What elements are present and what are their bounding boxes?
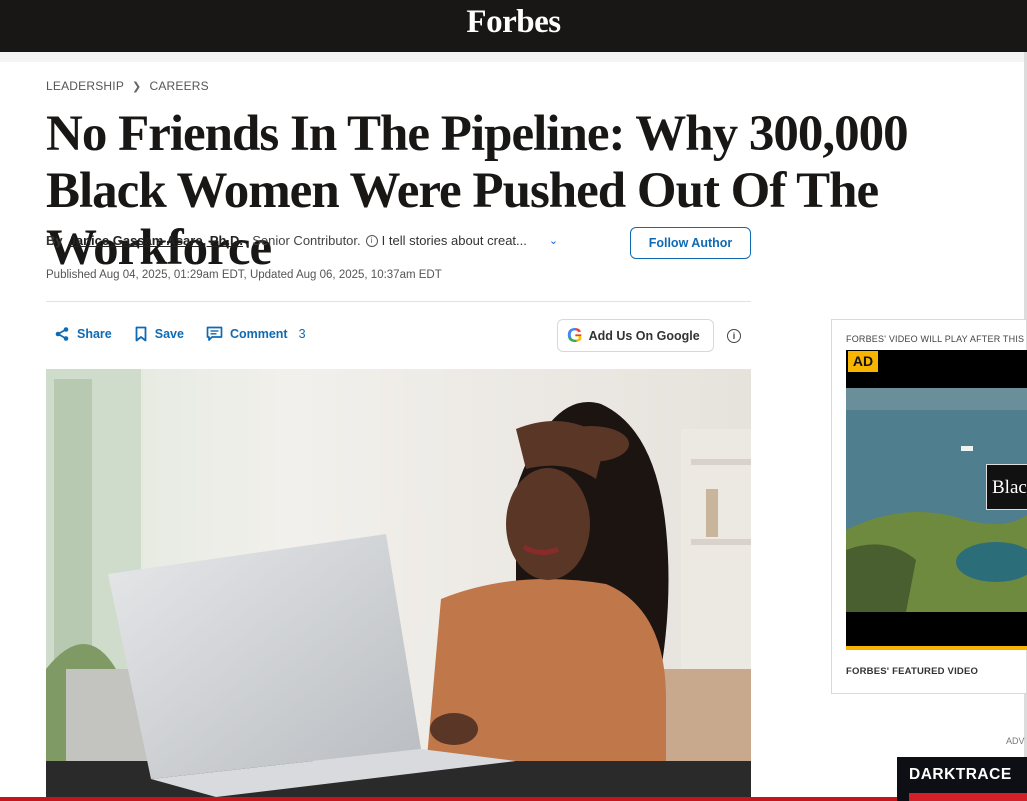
article-actions: Share Save Comment 3 xyxy=(54,326,328,342)
breadcrumb: LEADERSHIP ❯ CAREERS xyxy=(46,79,209,93)
article-headline: No Friends In The Pipeline: Why 300,000 … xyxy=(46,106,909,276)
save-label: Save xyxy=(154,327,184,341)
ad-brand: DARKTRACE xyxy=(909,766,1012,783)
author-bio: I tell stories about creat... xyxy=(381,233,527,248)
header-spacer xyxy=(0,52,1027,62)
chevron-right-icon: ❯ xyxy=(132,80,142,93)
comment-icon xyxy=(206,326,223,342)
breadcrumb-careers[interactable]: CAREERS xyxy=(149,79,208,93)
share-button[interactable]: Share xyxy=(54,326,112,342)
save-button[interactable]: Save xyxy=(134,326,184,342)
share-label: Share xyxy=(77,327,112,341)
share-icon xyxy=(54,326,70,342)
woman-at-laptop-photo xyxy=(46,369,751,801)
comment-button[interactable]: Comment 3 xyxy=(206,326,306,342)
bookmark-icon xyxy=(134,326,148,342)
publish-date: Published Aug 04, 2025, 01:29am EDT, Upd… xyxy=(46,269,442,281)
article-hero-image xyxy=(46,369,751,801)
video-title-card: Blac xyxy=(986,464,1027,510)
featured-video-caption: FORBES' FEATURED VIDEO xyxy=(846,666,979,677)
darktrace-ad[interactable]: DARKTRACE xyxy=(897,757,1027,801)
author-link[interactable]: Janice Gassam Asare, Ph.D. xyxy=(69,233,243,248)
forbes-logo[interactable]: Forbes xyxy=(0,4,1027,41)
google-icon: G xyxy=(567,324,583,347)
breadcrumb-leadership[interactable]: LEADERSHIP xyxy=(46,79,124,93)
video-note: FORBES' VIDEO WILL PLAY AFTER THIS xyxy=(846,334,1025,344)
divider xyxy=(46,301,751,302)
info-icon[interactable]: i xyxy=(727,329,741,343)
comment-label: Comment xyxy=(229,327,288,341)
comment-count: 3 xyxy=(298,327,306,341)
ad-red-strip xyxy=(909,793,1027,801)
chevron-down-icon[interactable]: ⌄ xyxy=(549,234,558,247)
byline: By Janice Gassam Asare, Ph.D. , Senior C… xyxy=(46,233,558,248)
video-progress-bar[interactable] xyxy=(846,646,1027,650)
info-icon: i xyxy=(365,234,378,247)
google-button-label: Add Us On Google xyxy=(588,328,700,343)
ad-badge: AD xyxy=(848,351,878,372)
follow-author-button[interactable]: Follow Author xyxy=(630,227,751,259)
author-role: , Senior Contributor. xyxy=(245,233,361,248)
advertisement-label: ADV xyxy=(1006,736,1025,746)
byline-prefix: By xyxy=(46,233,63,248)
add-us-on-google-button[interactable]: G Add Us On Google xyxy=(557,319,714,352)
bottom-accent-bar xyxy=(0,797,897,801)
top-navigation-bar: Forbes xyxy=(0,0,1027,52)
